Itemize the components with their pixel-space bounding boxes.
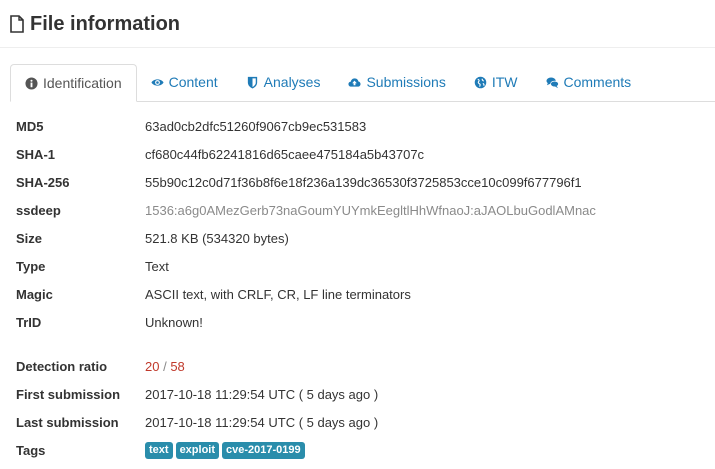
sha1-row: SHA-1 cf680c44fb62241816d65caee475184a5b…: [16, 140, 706, 168]
tab-content[interactable]: Content: [137, 64, 232, 100]
eye-icon: [151, 78, 164, 86]
ssdeep-value: 1536:a6g0AMezGerb73naGoumYUYmkEegltlHhWf…: [145, 202, 596, 218]
tags-row: Tags text exploit cve-2017-0199: [16, 436, 706, 464]
last-submission-label: Last submission: [16, 414, 119, 430]
size-label: Size: [16, 230, 43, 246]
shield-icon: [247, 76, 257, 89]
first-submission-row: First submission 2017-10-18 11:29:54 UTC…: [16, 380, 706, 408]
detection-ratio-value: 20 / 58: [145, 359, 185, 374]
comments-icon: [545, 76, 559, 88]
title-divider: [0, 47, 715, 48]
detection-positives: 20: [145, 358, 160, 374]
page-title: File information: [30, 12, 180, 35]
md5-row: MD5 63ad0cb2dfc51260f9067cb9ec531583: [16, 112, 706, 140]
detection-total: 58: [170, 358, 185, 374]
cloud-upload-icon: [348, 77, 362, 87]
md5-value: 63ad0cb2dfc51260f9067cb9ec531583: [145, 118, 367, 134]
type-row: Type Text: [16, 252, 706, 280]
tags-label: Tags: [16, 442, 46, 458]
globe-icon: [474, 76, 487, 88]
size-row: Size 521.8 KB (534320 bytes): [16, 224, 706, 252]
tab-label: Analyses: [263, 74, 321, 90]
tab-label: Submissions: [366, 74, 446, 90]
tag-badge[interactable]: text: [145, 442, 173, 459]
trid-row: TrID Unknown!: [16, 308, 706, 336]
sha256-label: SHA-256: [16, 174, 70, 190]
file-info-table: MD5 63ad0cb2dfc51260f9067cb9ec531583 SHA…: [16, 112, 706, 464]
file-icon: [10, 15, 24, 33]
tab-label: ITW: [491, 74, 518, 90]
sha1-label: SHA-1: [16, 146, 56, 162]
tab-label: Content: [168, 74, 218, 90]
sha256-row: SHA-256 55b90c12c0d71f36b8f6e18f236a139d…: [16, 168, 706, 196]
tag-badge[interactable]: exploit: [175, 442, 220, 459]
ssdeep-row: ssdeep 1536:a6g0AMezGerb73naGoumYUYmkEeg…: [16, 196, 706, 224]
info-circle-icon: [25, 76, 38, 90]
tag-badge[interactable]: cve-2017-0199: [222, 442, 305, 459]
tab-comments[interactable]: Comments: [532, 64, 646, 100]
tab-submissions[interactable]: Submissions: [334, 64, 459, 100]
tab-analyses[interactable]: Analyses: [232, 64, 335, 100]
trid-label: TrID: [16, 314, 42, 330]
magic-row: Magic ASCII text, with CRLF, CR, LF line…: [16, 280, 706, 308]
magic-value: ASCII text, with CRLF, CR, LF line termi…: [145, 286, 411, 302]
trid-value: Unknown!: [145, 314, 203, 330]
detection-ratio-label: Detection ratio: [16, 358, 108, 374]
md5-label: MD5: [16, 118, 44, 134]
detection-separator: /: [159, 358, 171, 374]
detection-ratio-row: Detection ratio 20 / 58: [16, 352, 706, 380]
type-value: Text: [145, 258, 169, 274]
last-submission-value: 2017-10-18 11:29:54 UTC ( 5 days ago ): [145, 414, 379, 430]
page-header: File information: [10, 10, 180, 38]
first-submission-label: First submission: [16, 386, 121, 402]
tab-identification[interactable]: Identification: [10, 64, 137, 102]
size-value: 521.8 KB (534320 bytes): [145, 230, 289, 246]
last-submission-row: Last submission 2017-10-18 11:29:54 UTC …: [16, 408, 706, 436]
tags-list: text exploit cve-2017-0199: [145, 441, 308, 459]
sha256-value: 55b90c12c0d71f36b8f6e18f236a139dc36530f3…: [145, 174, 582, 190]
first-submission-value: 2017-10-18 11:29:54 UTC ( 5 days ago ): [145, 386, 379, 402]
tab-label: Identification: [43, 75, 122, 91]
sha1-value: cf680c44fb62241816d65caee475184a5b43707c: [145, 146, 425, 162]
tab-label: Comments: [563, 74, 632, 90]
magic-label: Magic: [16, 286, 53, 302]
tab-bar: Identification Content Analyses Submissi…: [10, 64, 715, 102]
tab-itw[interactable]: ITW: [460, 64, 532, 100]
ssdeep-label: ssdeep: [16, 202, 61, 218]
type-label: Type: [16, 258, 46, 274]
